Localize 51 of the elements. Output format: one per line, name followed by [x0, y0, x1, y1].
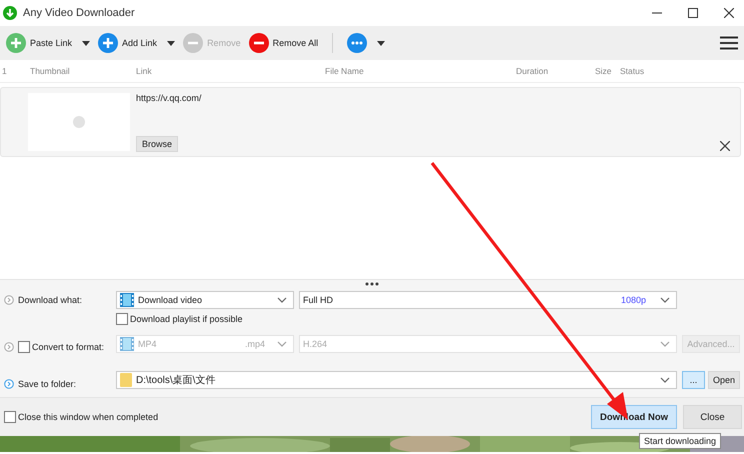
window-title: Any Video Downloader: [23, 7, 135, 19]
maximize-icon[interactable]: [688, 8, 698, 18]
checkbox-label: Close this window when completed: [18, 412, 158, 422]
field-label: Save to folder:: [18, 379, 76, 389]
close-icon[interactable]: [724, 8, 734, 18]
more-button[interactable]: [347, 33, 386, 53]
column-header[interactable]: Thumbnail: [30, 66, 70, 76]
column-header[interactable]: Status: [620, 66, 644, 76]
splitter-handle-icon[interactable]: [365, 282, 379, 286]
column-header[interactable]: File Name: [325, 66, 364, 76]
checkbox-label: Download playlist if possible: [130, 314, 243, 324]
dropdown[interactable]: Download video: [116, 291, 294, 309]
tooltip: Start downloading: [639, 433, 722, 449]
minus-icon: [248, 33, 269, 53]
minus-icon: [183, 33, 204, 53]
link-text: https://v.qq.com/: [136, 93, 202, 103]
film-icon: [120, 293, 134, 307]
plus-icon: [6, 33, 26, 53]
column-header[interactable]: Duration: [516, 66, 548, 76]
menu-icon[interactable]: [720, 36, 738, 50]
checkbox[interactable]: [116, 313, 128, 325]
column-header[interactable]: 1: [2, 66, 7, 76]
plus-icon: [98, 33, 118, 53]
film-icon: [120, 337, 134, 351]
help-icon: [4, 379, 14, 389]
dropdown[interactable]: Full HD 1080p: [299, 291, 677, 309]
checkbox[interactable]: [4, 411, 16, 423]
folder-icon: [120, 373, 132, 387]
help-icon: [4, 342, 14, 352]
caret-icon: [660, 376, 670, 384]
browse-button[interactable]: ...: [682, 371, 705, 389]
checkbox[interactable]: [18, 341, 30, 353]
toolbar-button[interactable]: Remove All: [248, 33, 318, 53]
browse-button[interactable]: Browse: [136, 136, 178, 152]
column-header[interactable]: Link: [136, 66, 152, 76]
toolbar-button[interactable]: Add Link: [98, 33, 176, 53]
checkbox-label: Convert to format:: [32, 342, 104, 352]
toolbar-button[interactable]: Paste Link: [6, 33, 90, 53]
field-label: Download what:: [18, 295, 82, 305]
dropdown[interactable]: D:\tools\桌面\文件: [116, 371, 677, 389]
open-button[interactable]: Open: [708, 371, 740, 389]
close-icon[interactable]: [720, 141, 730, 151]
help-icon: [4, 295, 14, 305]
caret-icon: [277, 340, 287, 348]
more-icon: [347, 33, 368, 53]
caret-icon: [660, 296, 670, 304]
download-icon: [3, 6, 17, 20]
caret-icon: [660, 340, 670, 348]
close-button[interactable]: Close: [683, 405, 742, 429]
caret-icon: [277, 296, 287, 304]
column-header[interactable]: Size: [595, 66, 612, 76]
